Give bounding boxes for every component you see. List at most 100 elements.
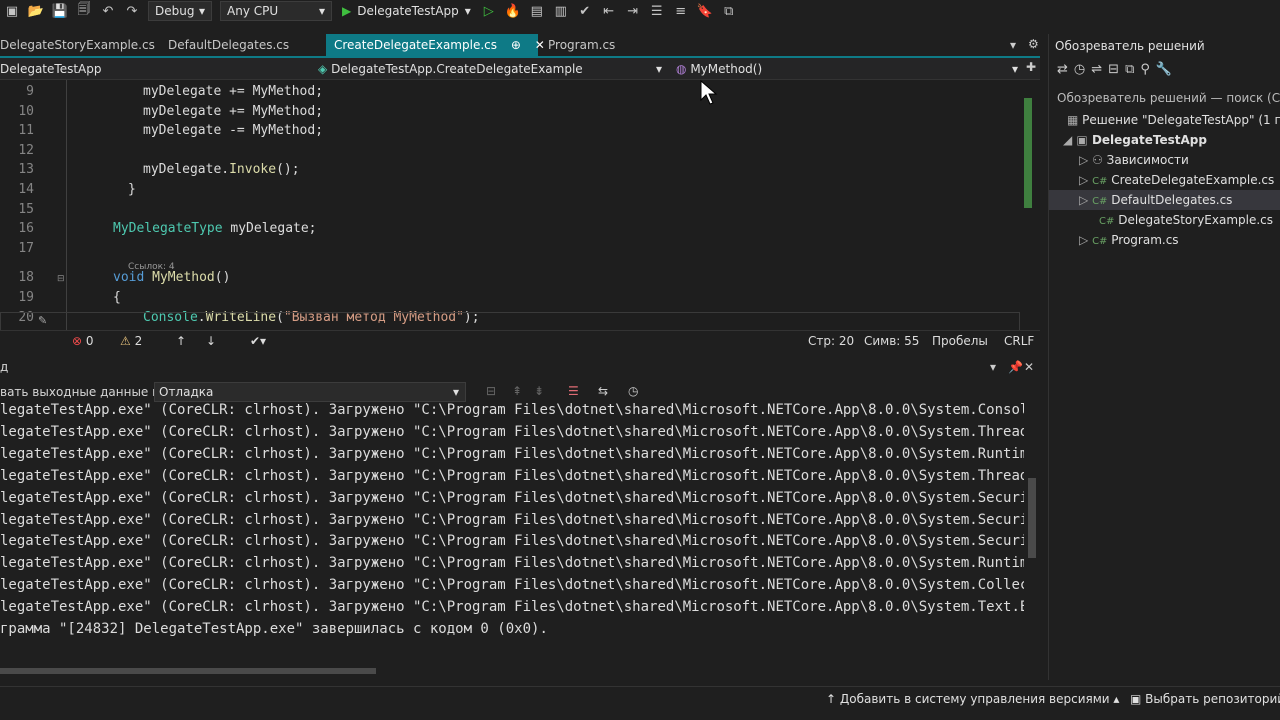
find-message-icon[interactable]: ⊟ <box>486 384 496 398</box>
output-source-select[interactable]: Отладка ▾ <box>154 382 466 402</box>
hot-reload-icon[interactable]: 🔥 <box>504 2 522 20</box>
tree-item-dependencies[interactable]: ▷ ⚇ Зависимости <box>1079 150 1189 170</box>
tab-delegate-story-example[interactable]: DelegateStoryExample.cs <box>0 34 163 56</box>
project-icon: ▣ <box>1076 133 1088 147</box>
class-icon: ◈ <box>318 62 328 76</box>
output-line: legateTestApp.exe" (CoreCLR: clrhost). З… <box>0 423 1024 440</box>
member-dropdown[interactable]: ◍ MyMethod() ▾ <box>676 58 1026 80</box>
add-to-source-control-button[interactable]: ↑ Добавить в систему управления версиями… <box>826 687 1119 711</box>
bookmarks-icon[interactable]: ⧉ <box>720 2 738 20</box>
line-number: 13 <box>18 162 34 178</box>
editor-vertical-scrollbar[interactable] <box>1020 80 1040 332</box>
cleanup-icon[interactable]: ✔▾ <box>250 331 266 351</box>
redo-icon[interactable]: ↷ <box>123 2 141 20</box>
output-horizontal-scrollbar[interactable] <box>0 664 1024 678</box>
close-icon[interactable]: ✕ <box>1024 360 1034 374</box>
tab-create-delegate-example[interactable]: CreateDelegateExample.cs ⊕ ✕ <box>326 34 545 56</box>
chevron-right-icon: ▷ <box>1079 233 1089 247</box>
csharp-file-icon: C# <box>1092 176 1108 187</box>
word-wrap-icon[interactable]: ⇆ <box>598 384 608 398</box>
tab-program[interactable]: Program.cs <box>540 34 623 56</box>
start-debug-button[interactable]: ▶ DelegateTestApp ▾ <box>342 4 471 18</box>
scrollbar-thumb[interactable] <box>0 668 376 674</box>
column-indicator[interactable]: Симв: 55 <box>864 331 919 351</box>
outdent-icon[interactable]: ≡ <box>672 2 690 20</box>
configuration-select[interactable]: Debug ▾ <box>148 1 212 21</box>
prev-message-icon[interactable]: ⇞ <box>512 384 522 398</box>
tab-list-dropdown-icon[interactable]: ▾ <box>1010 38 1016 52</box>
project-dropdown[interactable]: DelegateTestApp <box>0 58 310 80</box>
diagnostics-icon[interactable]: ✔ <box>576 2 594 20</box>
format-icon[interactable]: ⇥ <box>624 2 642 20</box>
sync-icon[interactable]: ⇄ <box>1057 62 1074 77</box>
code-token: void <box>113 270 145 286</box>
save-icon[interactable]: 💾 <box>51 2 69 20</box>
collapse-icon[interactable]: ⊟ <box>57 274 65 284</box>
output-line: грамма "[24832] DelegateTestApp.exe" зав… <box>0 621 548 637</box>
chevron-down-icon: ▾ <box>464 4 471 18</box>
undo-icon[interactable]: ↶ <box>99 2 117 20</box>
clear-all-icon[interactable]: ☰ <box>568 384 579 398</box>
codelens-references[interactable]: Ссылок: 4 <box>128 262 175 272</box>
select-repository-button[interactable]: ▣ Выбрать репозиторий <box>1130 687 1280 711</box>
history-icon[interactable]: ◷ <box>1074 62 1091 77</box>
error-count[interactable]: ⊗ 0 <box>72 331 94 351</box>
output-source-value: Отладка <box>159 385 214 399</box>
method-icon: ◍ <box>676 62 687 76</box>
chevron-down-icon[interactable]: ▾ <box>990 360 996 374</box>
indent-icon[interactable]: ☰ <box>648 2 666 20</box>
code-token: myDelegate <box>143 84 222 99</box>
pin-icon[interactable]: 📌 <box>1008 360 1023 374</box>
previous-issue-icon[interactable]: ↑ <box>176 331 186 351</box>
csharp-file-icon: C# <box>1092 236 1108 247</box>
timestamp-icon[interactable]: ◷ <box>628 384 638 398</box>
line-ending-indicator[interactable]: CRLF <box>1004 331 1034 351</box>
chevron-down-icon: ▾ <box>656 62 663 76</box>
next-issue-icon[interactable]: ↓ <box>206 331 216 351</box>
bookmark-icon[interactable]: 🔖 <box>696 2 714 20</box>
chevron-down-icon: ▾ <box>1012 62 1019 76</box>
solution-search-input[interactable]: Обозреватель решений — поиск (Ctrl+ <box>1057 88 1280 108</box>
add-to-source-control-label: Добавить в систему управления версиями <box>839 692 1110 706</box>
output-text[interactable]: legateTestApp.exe" (CoreCLR: clrhost). З… <box>0 400 1024 662</box>
split-icon[interactable]: ✚ <box>1026 60 1036 74</box>
scrollbar-thumb[interactable] <box>1028 478 1036 558</box>
filter-icon[interactable]: ⚲ <box>1140 62 1156 77</box>
show-all-icon[interactable]: ⧉ <box>1125 62 1140 77</box>
code-token: myDelegate <box>143 123 222 139</box>
swap-icon[interactable]: ⇌ <box>1091 62 1108 77</box>
tree-item-delegate-story-example[interactable]: C# DelegateStoryExample.cs <box>1099 210 1273 230</box>
settings-icon[interactable]: ⚙ <box>1028 37 1039 51</box>
scrollbar-thumb[interactable] <box>1024 98 1032 208</box>
code-line: } <box>128 182 136 197</box>
layout-icon[interactable]: ▥ <box>552 2 570 20</box>
pin-icon[interactable]: ⊕ <box>511 38 521 52</box>
next-message-icon[interactable]: ⇟ <box>534 384 544 398</box>
line-indicator[interactable]: Стр: 20 <box>808 331 854 351</box>
tab-default-delegates[interactable]: DefaultDelegates.cs <box>160 34 297 56</box>
tree-item-create-delegate-example[interactable]: ▷ C# CreateDelegateExample.cs <box>1079 170 1274 190</box>
new-project-icon[interactable]: ▣ <box>3 2 21 20</box>
start-without-debug-icon[interactable]: ▷ <box>480 2 498 20</box>
quick-action-icon[interactable]: ✎ <box>38 314 47 327</box>
open-folder-icon[interactable]: 📂 <box>27 2 45 20</box>
browse-icon[interactable]: ▤ <box>528 2 546 20</box>
class-dropdown[interactable]: ◈ DelegateTestApp.CreateDelegateExample … <box>318 58 668 80</box>
warning-count[interactable]: ⚠ 2 <box>120 331 142 351</box>
status-bar: ↑ Добавить в систему управления версиями… <box>0 686 1280 710</box>
wrench-icon[interactable]: 🔧 <box>1156 62 1178 77</box>
solution-node[interactable]: ▦ Решение "DelegateTestApp" (1 пре <box>1067 110 1280 130</box>
tree-item-label: DefaultDelegates.cs <box>1111 193 1233 207</box>
code-editor[interactable]: 9 myDelegate += MyMethod; 10 myDelegate += … <box>0 80 1020 332</box>
tree-item-default-delegates[interactable]: ▷ C# DefaultDelegates.cs <box>1049 190 1280 210</box>
project-node[interactable]: ◢ ▣ DelegateTestApp <box>1063 130 1207 150</box>
code-line: myDelegate -= MyMethod; <box>143 123 323 138</box>
platform-select[interactable]: Any CPU ▾ <box>220 1 332 21</box>
tree-item-program[interactable]: ▷ C# Program.cs <box>1079 230 1179 250</box>
whitespace-indicator[interactable]: Пробелы <box>932 331 988 351</box>
step-icon[interactable]: ⇤ <box>600 2 618 20</box>
save-all-icon[interactable]: 🗐 <box>75 2 93 20</box>
line-number: 19 <box>18 290 34 305</box>
collapse-all-icon[interactable]: ⊟ <box>1108 62 1125 77</box>
output-vertical-scrollbar[interactable] <box>1024 404 1040 660</box>
